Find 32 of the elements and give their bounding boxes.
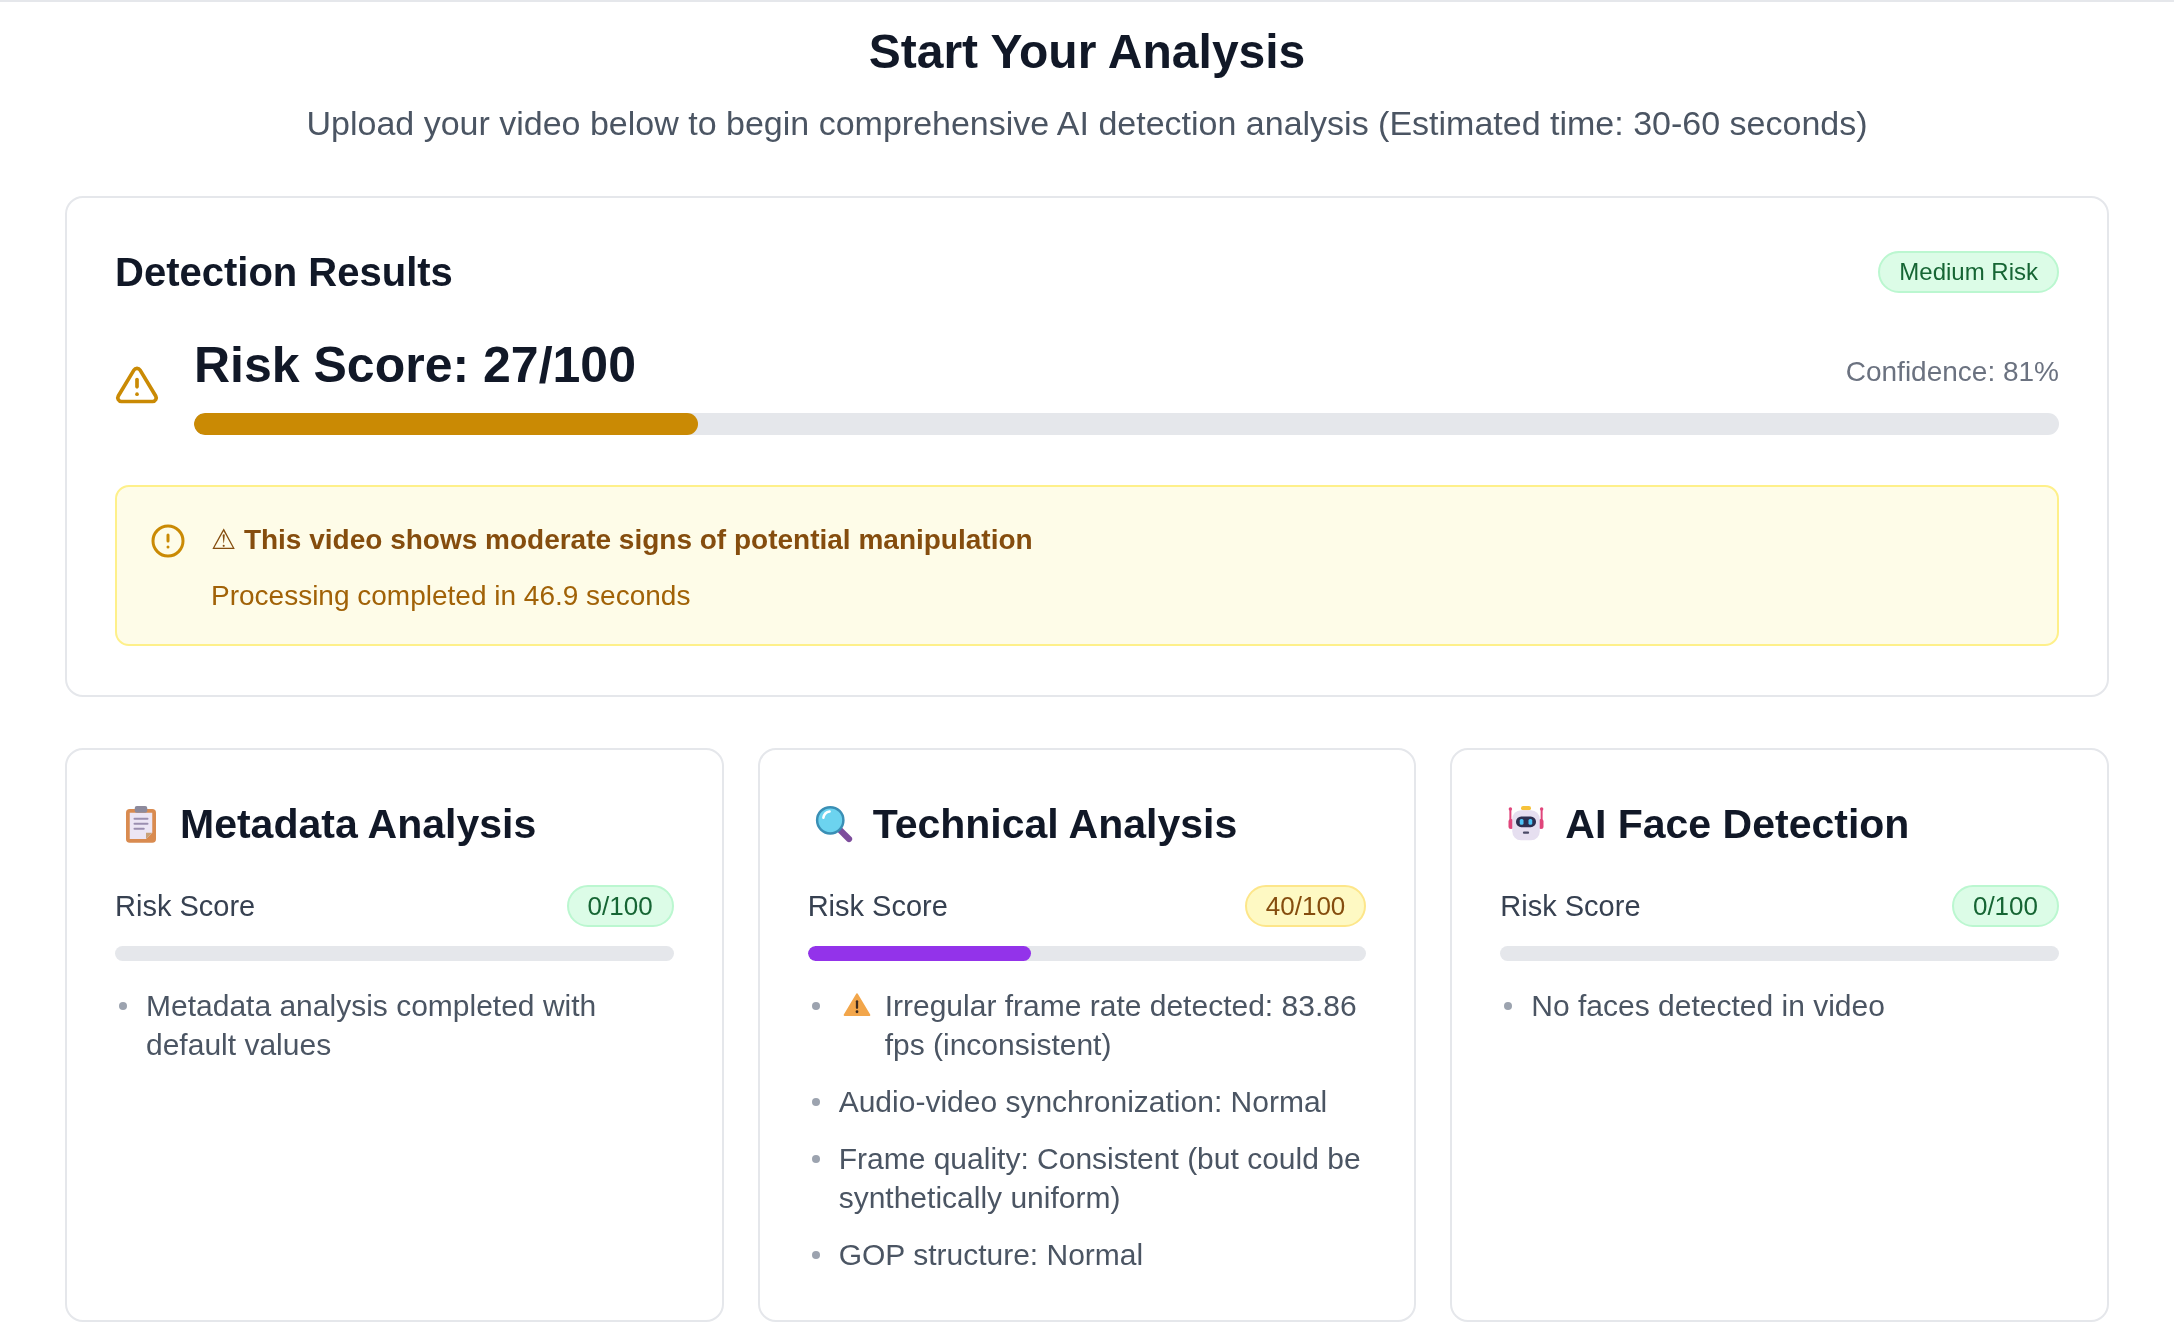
bullet-icon [811,1155,820,1163]
score-label: Risk Score [1500,889,1641,924]
page-subtitle: Upload your video below to begin comprehensive AI detection analysis (Estimated time: 30-60 seconds) [306,103,1868,144]
score-badge: 40/100 [1244,885,1367,927]
alert-message: ⚠ This video shows moderate signs of potential manipulation [211,523,1033,557]
card-title: Technical Analysis [872,800,1238,848]
bullet-icon [119,1002,127,1010]
finding-text: Frame quality: Consistent (but could be synthetically uniform) [838,1141,1362,1216]
finding-text: Metadata analysis completed with default values [146,988,598,1063]
bullet-icon [1504,1002,1513,1010]
risk-badge: Medium Risk [1878,251,2059,293]
score-badge: 0/100 [1951,885,2059,927]
magnifier-icon [813,804,854,844]
card-title: AI Face Detection [1565,800,1910,848]
warning-icon [842,992,871,1017]
page-title: Start Your Analysis [868,24,1306,80]
section-title: Detection Results [115,249,453,296]
finding-text: GOP structure: Normal [838,1237,1144,1273]
score-badge: 0/100 [566,885,674,927]
alert-icon [150,523,186,559]
finding-text: Irregular frame rate detected: 83.86 fps (inconsistent) [884,988,1358,1063]
bullet-icon [811,1002,820,1010]
score-label: Risk Score [807,889,948,924]
risk-score-heading: Risk Score: 27/100 [194,336,636,395]
finding-text: No faces detected in video [1531,988,1885,1024]
bullet-icon [811,1251,820,1259]
finding-text: Audio-video synchronization: Normal [838,1084,1328,1120]
bullet-icon [811,1098,820,1106]
score-label: Risk Score [115,889,256,924]
alert-detail: Processing completed in 46.9 seconds [211,579,691,613]
confidence-text: Confidence: 81% [1845,355,2059,389]
card-title: Metadata Analysis [180,800,537,848]
